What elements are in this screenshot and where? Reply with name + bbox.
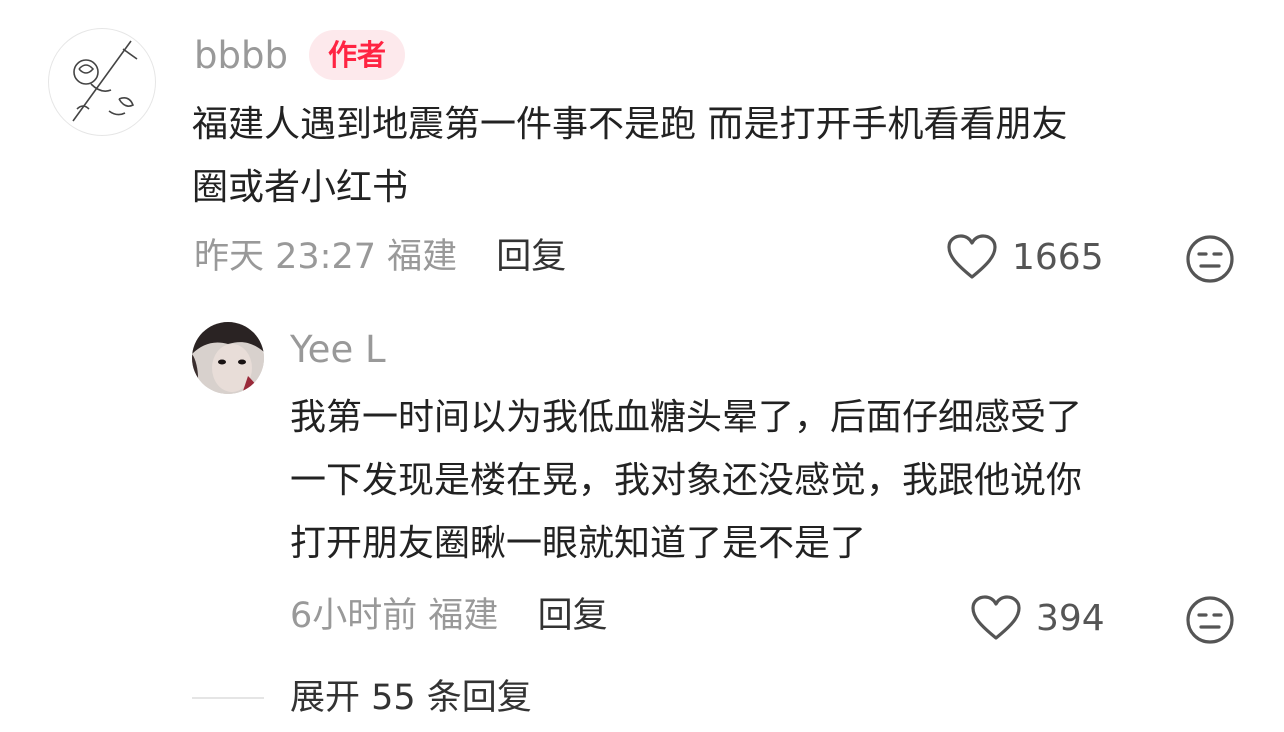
reply-location: 福建: [428, 596, 499, 636]
reply-button[interactable]: 回复: [496, 237, 566, 277]
reply-avatar[interactable]: [192, 322, 264, 394]
rose-sword-avatar-icon: [72, 40, 138, 122]
react-button[interactable]: [1185, 234, 1235, 284]
reply-meta: 6小时前 福建 回复: [290, 594, 608, 638]
comment-time: 昨天 23:27: [194, 237, 376, 277]
comment-text[interactable]: 福建人遇到地震第一件事不是跑 而是打开手机看看朋友 圈或者小红书: [192, 93, 1232, 219]
commenter-avatar[interactable]: [48, 28, 156, 136]
like-button[interactable]: 1665: [946, 234, 1104, 280]
reply-react-button[interactable]: [1185, 595, 1235, 645]
reply-time: 6小时前: [290, 596, 418, 636]
neutral-face-icon: [1186, 235, 1234, 283]
expand-divider: [192, 697, 264, 699]
neutral-face-icon: [1186, 596, 1234, 644]
author-badge: 作者: [309, 30, 405, 80]
comment-location: 福建: [387, 237, 458, 277]
reply-to-reply-button[interactable]: 回复: [538, 596, 608, 636]
comment-meta: 昨天 23:27 福建 回复: [194, 235, 566, 279]
portrait-avatar-icon: [192, 322, 264, 394]
commenter-username[interactable]: bbbb: [194, 34, 288, 78]
reply-like-count: 394: [1036, 597, 1105, 639]
heart-outline-icon: [947, 234, 997, 279]
expand-replies-button[interactable]: 展开 55 条回复: [290, 676, 532, 720]
reply-text[interactable]: 我第一时间以为我低血糖头晕了，后面仔细感受了 一下发现是楼在晃，我对象还没感觉，…: [290, 386, 1230, 575]
reply-like-button[interactable]: 394: [970, 595, 1105, 641]
heart-outline-icon: [971, 595, 1021, 640]
like-count: 1665: [1012, 236, 1104, 278]
reply-username[interactable]: Yee L: [290, 328, 386, 372]
